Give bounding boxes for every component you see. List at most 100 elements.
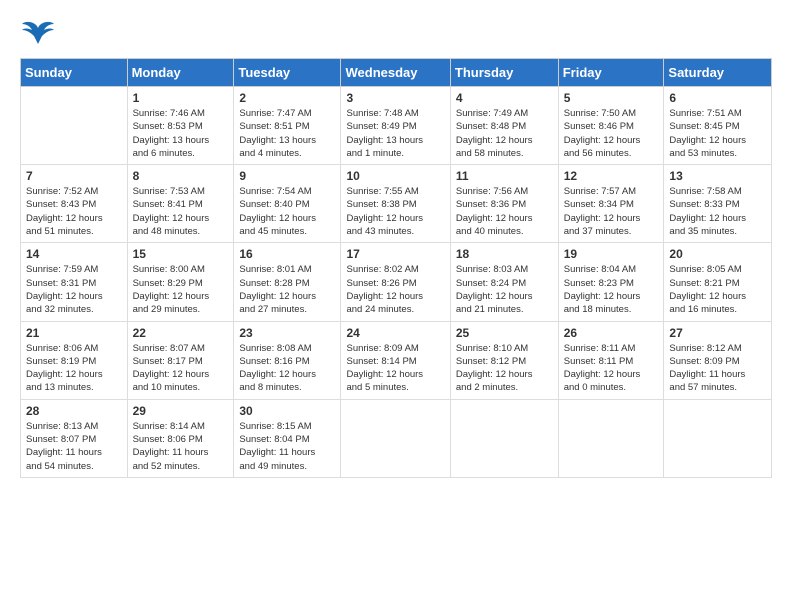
day-number: 17 bbox=[346, 247, 444, 261]
calendar-week-row: 21 Sunrise: 8:06 AM Sunset: 8:19 PM Dayli… bbox=[21, 321, 772, 399]
calendar-cell: 21 Sunrise: 8:06 AM Sunset: 8:19 PM Dayli… bbox=[21, 321, 128, 399]
day-number: 12 bbox=[564, 169, 659, 183]
calendar-cell: 14 Sunrise: 7:59 AM Sunset: 8:31 PM Dayli… bbox=[21, 243, 128, 321]
day-info: Sunrise: 7:49 AM Sunset: 8:48 PM Dayligh… bbox=[456, 107, 553, 160]
day-info: Sunrise: 8:04 AM Sunset: 8:23 PM Dayligh… bbox=[564, 263, 659, 316]
day-info: Sunrise: 8:14 AM Sunset: 8:06 PM Dayligh… bbox=[133, 420, 229, 473]
day-info: Sunrise: 8:00 AM Sunset: 8:29 PM Dayligh… bbox=[133, 263, 229, 316]
day-info: Sunrise: 7:47 AM Sunset: 8:51 PM Dayligh… bbox=[239, 107, 335, 160]
weekday-header: Saturday bbox=[664, 59, 772, 87]
day-info: Sunrise: 8:08 AM Sunset: 8:16 PM Dayligh… bbox=[239, 342, 335, 395]
calendar-cell: 5Sunrise: 7:50 AM Sunset: 8:46 PM Daylig… bbox=[558, 87, 664, 165]
day-info: Sunrise: 8:12 AM Sunset: 8:09 PM Dayligh… bbox=[669, 342, 766, 395]
day-number: 6 bbox=[669, 91, 766, 105]
day-number: 30 bbox=[239, 404, 335, 418]
day-number: 4 bbox=[456, 91, 553, 105]
calendar-cell: 15 Sunrise: 8:00 AM Sunset: 8:29 PM Dayli… bbox=[127, 243, 234, 321]
calendar-cell: 6 Sunrise: 7:51 AM Sunset: 8:45 PM Daylig… bbox=[664, 87, 772, 165]
calendar-cell: 3Sunrise: 7:48 AM Sunset: 8:49 PM Daylig… bbox=[341, 87, 450, 165]
calendar-cell: 28 Sunrise: 8:13 AM Sunset: 8:07 PM Dayli… bbox=[21, 399, 128, 477]
day-number: 3 bbox=[346, 91, 444, 105]
day-info: Sunrise: 8:09 AM Sunset: 8:14 PM Dayligh… bbox=[346, 342, 444, 395]
calendar-cell: 11 Sunrise: 7:56 AM Sunset: 8:36 PM Dayli… bbox=[450, 165, 558, 243]
calendar-cell: 7 Sunrise: 7:52 AM Sunset: 8:43 PM Daylig… bbox=[21, 165, 128, 243]
day-number: 21 bbox=[26, 326, 122, 340]
day-info: Sunrise: 7:50 AM Sunset: 8:46 PM Dayligh… bbox=[564, 107, 659, 160]
day-number: 24 bbox=[346, 326, 444, 340]
calendar-cell: 20 Sunrise: 8:05 AM Sunset: 8:21 PM Dayli… bbox=[664, 243, 772, 321]
calendar-cell: 30 Sunrise: 8:15 AM Sunset: 8:04 PM Dayli… bbox=[234, 399, 341, 477]
day-number: 25 bbox=[456, 326, 553, 340]
calendar-week-row: 7 Sunrise: 7:52 AM Sunset: 8:43 PM Daylig… bbox=[21, 165, 772, 243]
day-number: 7 bbox=[26, 169, 122, 183]
logo bbox=[20, 20, 62, 50]
day-info: Sunrise: 8:05 AM Sunset: 8:21 PM Dayligh… bbox=[669, 263, 766, 316]
day-number: 29 bbox=[133, 404, 229, 418]
calendar-cell: 24 Sunrise: 8:09 AM Sunset: 8:14 PM Dayli… bbox=[341, 321, 450, 399]
day-number: 15 bbox=[133, 247, 229, 261]
day-info: Sunrise: 7:51 AM Sunset: 8:45 PM Dayligh… bbox=[669, 107, 766, 160]
calendar-cell bbox=[558, 399, 664, 477]
day-info: Sunrise: 7:52 AM Sunset: 8:43 PM Dayligh… bbox=[26, 185, 122, 238]
day-number: 27 bbox=[669, 326, 766, 340]
day-info: Sunrise: 7:46 AM Sunset: 8:53 PM Dayligh… bbox=[133, 107, 229, 160]
day-number: 22 bbox=[133, 326, 229, 340]
calendar-cell: 13 Sunrise: 7:58 AM Sunset: 8:33 PM Dayli… bbox=[664, 165, 772, 243]
calendar-cell: 29 Sunrise: 8:14 AM Sunset: 8:06 PM Dayli… bbox=[127, 399, 234, 477]
calendar-cell bbox=[341, 399, 450, 477]
day-number: 9 bbox=[239, 169, 335, 183]
calendar-cell bbox=[21, 87, 128, 165]
day-info: Sunrise: 7:57 AM Sunset: 8:34 PM Dayligh… bbox=[564, 185, 659, 238]
calendar-week-row: 28 Sunrise: 8:13 AM Sunset: 8:07 PM Dayli… bbox=[21, 399, 772, 477]
calendar-cell: 1 Sunrise: 7:46 AM Sunset: 8:53 PM Daylig… bbox=[127, 87, 234, 165]
day-info: Sunrise: 7:58 AM Sunset: 8:33 PM Dayligh… bbox=[669, 185, 766, 238]
calendar-cell: 8Sunrise: 7:53 AM Sunset: 8:41 PM Daylig… bbox=[127, 165, 234, 243]
day-info: Sunrise: 7:56 AM Sunset: 8:36 PM Dayligh… bbox=[456, 185, 553, 238]
day-info: Sunrise: 8:13 AM Sunset: 8:07 PM Dayligh… bbox=[26, 420, 122, 473]
day-number: 28 bbox=[26, 404, 122, 418]
calendar-cell: 23Sunrise: 8:08 AM Sunset: 8:16 PM Dayli… bbox=[234, 321, 341, 399]
day-number: 1 bbox=[133, 91, 229, 105]
calendar-cell: 18 Sunrise: 8:03 AM Sunset: 8:24 PM Dayli… bbox=[450, 243, 558, 321]
weekday-header: Friday bbox=[558, 59, 664, 87]
day-info: Sunrise: 8:02 AM Sunset: 8:26 PM Dayligh… bbox=[346, 263, 444, 316]
day-number: 2 bbox=[239, 91, 335, 105]
day-number: 13 bbox=[669, 169, 766, 183]
calendar-cell: 25 Sunrise: 8:10 AM Sunset: 8:12 PM Dayli… bbox=[450, 321, 558, 399]
calendar-cell: 12 Sunrise: 7:57 AM Sunset: 8:34 PM Dayli… bbox=[558, 165, 664, 243]
calendar-cell: 27 Sunrise: 8:12 AM Sunset: 8:09 PM Dayli… bbox=[664, 321, 772, 399]
calendar-cell: 16 Sunrise: 8:01 AM Sunset: 8:28 PM Dayli… bbox=[234, 243, 341, 321]
day-number: 20 bbox=[669, 247, 766, 261]
calendar-cell: 9Sunrise: 7:54 AM Sunset: 8:40 PM Daylig… bbox=[234, 165, 341, 243]
calendar-cell: 26 Sunrise: 8:11 AM Sunset: 8:11 PM Dayli… bbox=[558, 321, 664, 399]
calendar-cell: 2 Sunrise: 7:47 AM Sunset: 8:51 PM Daylig… bbox=[234, 87, 341, 165]
day-info: Sunrise: 8:11 AM Sunset: 8:11 PM Dayligh… bbox=[564, 342, 659, 395]
day-info: Sunrise: 8:10 AM Sunset: 8:12 PM Dayligh… bbox=[456, 342, 553, 395]
weekday-header: Tuesday bbox=[234, 59, 341, 87]
bird-icon bbox=[20, 20, 56, 50]
calendar-cell: 17 Sunrise: 8:02 AM Sunset: 8:26 PM Dayli… bbox=[341, 243, 450, 321]
weekday-header: Thursday bbox=[450, 59, 558, 87]
day-number: 11 bbox=[456, 169, 553, 183]
weekday-header: Wednesday bbox=[341, 59, 450, 87]
day-info: Sunrise: 8:15 AM Sunset: 8:04 PM Dayligh… bbox=[239, 420, 335, 473]
day-info: Sunrise: 7:59 AM Sunset: 8:31 PM Dayligh… bbox=[26, 263, 122, 316]
day-number: 26 bbox=[564, 326, 659, 340]
day-info: Sunrise: 8:01 AM Sunset: 8:28 PM Dayligh… bbox=[239, 263, 335, 316]
calendar-table: SundayMondayTuesdayWednesdayThursdayFrid… bbox=[20, 58, 772, 478]
calendar-cell: 22 Sunrise: 8:07 AM Sunset: 8:17 PM Dayli… bbox=[127, 321, 234, 399]
calendar-cell bbox=[450, 399, 558, 477]
day-info: Sunrise: 8:07 AM Sunset: 8:17 PM Dayligh… bbox=[133, 342, 229, 395]
day-number: 10 bbox=[346, 169, 444, 183]
day-number: 18 bbox=[456, 247, 553, 261]
calendar-week-row: 14 Sunrise: 7:59 AM Sunset: 8:31 PM Dayli… bbox=[21, 243, 772, 321]
calendar-week-row: 1 Sunrise: 7:46 AM Sunset: 8:53 PM Daylig… bbox=[21, 87, 772, 165]
calendar-cell: 19 Sunrise: 8:04 AM Sunset: 8:23 PM Dayli… bbox=[558, 243, 664, 321]
day-number: 14 bbox=[26, 247, 122, 261]
day-info: Sunrise: 8:03 AM Sunset: 8:24 PM Dayligh… bbox=[456, 263, 553, 316]
calendar-header-row: SundayMondayTuesdayWednesdayThursdayFrid… bbox=[21, 59, 772, 87]
weekday-header: Sunday bbox=[21, 59, 128, 87]
day-number: 16 bbox=[239, 247, 335, 261]
day-info: Sunrise: 8:06 AM Sunset: 8:19 PM Dayligh… bbox=[26, 342, 122, 395]
day-number: 19 bbox=[564, 247, 659, 261]
